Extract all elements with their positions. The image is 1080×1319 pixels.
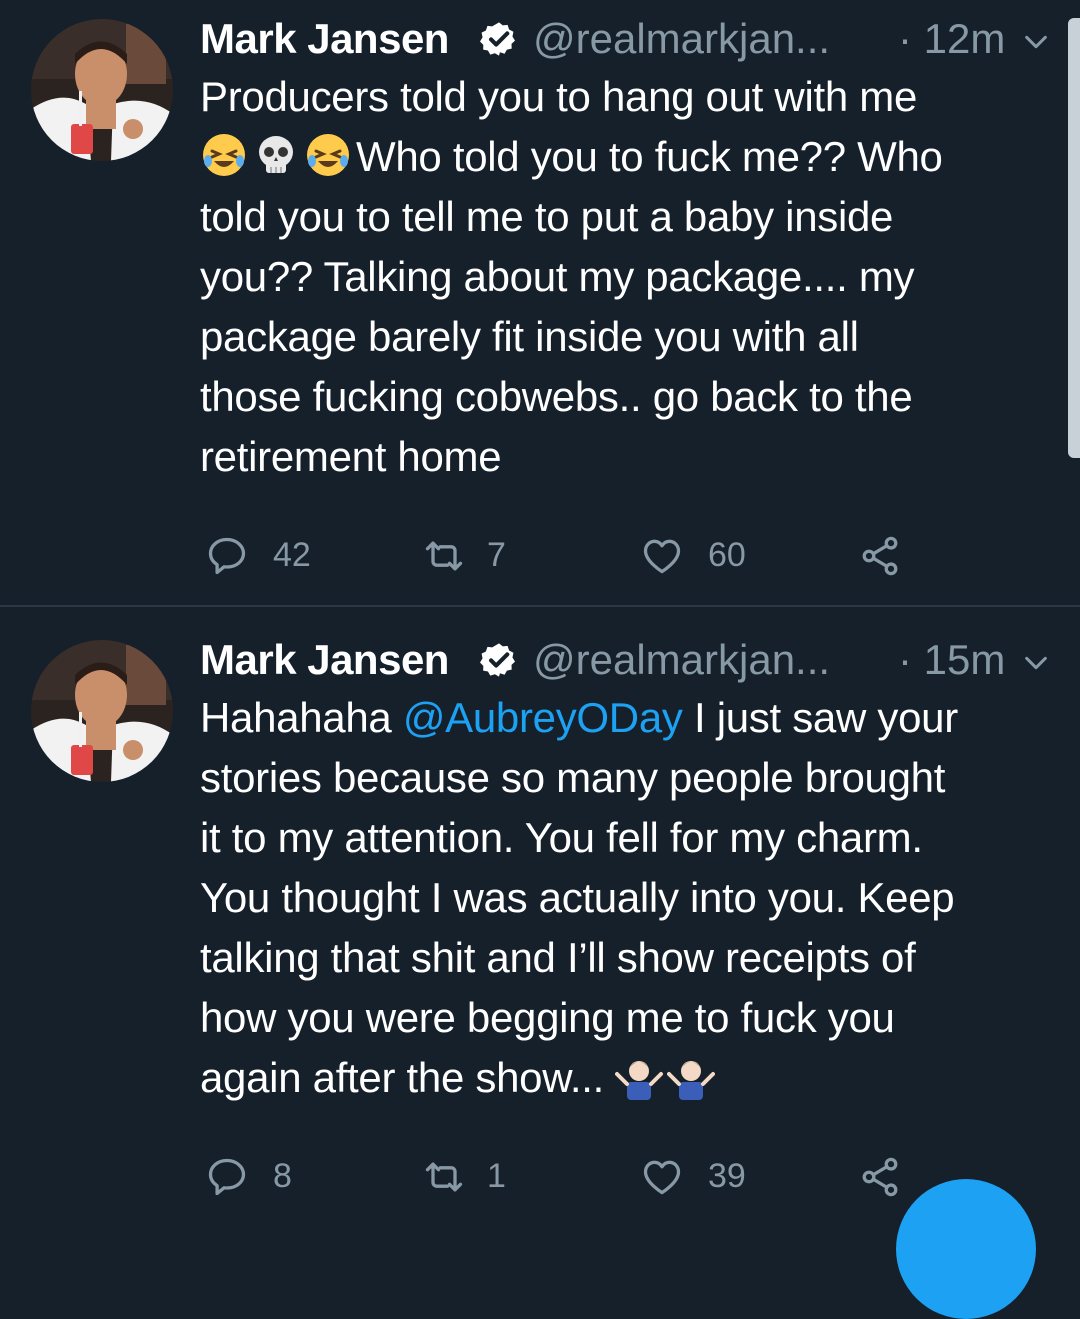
tweet[interactable]: Mark Jansen @realmarkjan... · 12m Produc… — [0, 0, 1080, 607]
chevron-down-icon[interactable] — [1022, 28, 1050, 56]
share-icon — [862, 536, 898, 576]
tweet-actions: 42 7 60 — [200, 530, 1060, 580]
tweet-time[interactable]: · 15m — [898, 631, 1005, 689]
tweet-text-segment: again after the show... — [200, 1054, 605, 1101]
retweet-button[interactable]: 7 — [422, 530, 552, 580]
tweet-text-line: Producers told you to hang out with me — [200, 73, 918, 120]
retweet-icon — [425, 541, 463, 571]
tweet-text: Hahahaha @AubreyODay I just saw your sto… — [200, 688, 1060, 1108]
avatar[interactable] — [31, 19, 173, 161]
like-button[interactable]: 60 — [640, 530, 770, 580]
author-handle[interactable]: @realmarkjan... — [533, 10, 830, 68]
rolling-laughing-emoji-icon — [307, 134, 349, 176]
tweet-text-line: you?? Talking about my package.... my — [200, 253, 915, 300]
scrollbar[interactable] — [1068, 18, 1080, 458]
retweet-count: 1 — [487, 1157, 506, 1195]
tweet-header: Mark Jansen @realmarkjan... · 12m — [200, 10, 1060, 68]
reply-count: 42 — [273, 536, 311, 574]
share-button[interactable] — [858, 530, 908, 580]
reply-icon — [208, 537, 246, 575]
chevron-down-icon[interactable] — [1022, 649, 1050, 677]
reply-button[interactable]: 8 — [205, 1151, 335, 1201]
tweet-text-segment: Hahahaha — [200, 694, 403, 741]
tweet-text-line: talking that shit and I’ll show receipts… — [200, 934, 916, 981]
rolling-laughing-emoji-icon — [203, 134, 245, 176]
heart-icon — [643, 539, 681, 574]
author-name[interactable]: Mark Jansen — [200, 631, 449, 689]
reply-button[interactable]: 42 — [205, 530, 335, 580]
tweet-text-line: how you were begging me to fuck you — [200, 994, 895, 1041]
share-button[interactable] — [858, 1151, 908, 1201]
tweet-text-line: You thought I was actually into you. Kee… — [200, 874, 955, 921]
reply-count: 8 — [273, 1157, 292, 1195]
tweet[interactable]: Mark Jansen @realmarkjan... · 15m Hahaha… — [0, 607, 1080, 1213]
share-icon — [862, 1157, 898, 1197]
tweet-text-segment: Who told you to fuck me?? Who — [356, 133, 943, 180]
avatar[interactable] — [31, 640, 173, 782]
verified-badge-icon — [480, 643, 515, 677]
retweet-count: 7 — [487, 536, 506, 574]
like-count: 60 — [708, 536, 746, 574]
tweet-text-line: Who told you to fuck me?? Who — [200, 127, 1060, 187]
tweet-time[interactable]: · 12m — [898, 10, 1005, 68]
like-count: 39 — [708, 1157, 746, 1195]
reply-icon — [208, 1158, 246, 1196]
man-shrugging-emoji-icon — [615, 1061, 664, 1100]
like-button[interactable]: 39 — [640, 1151, 770, 1201]
tweet-text-line: it to my attention. You fell for my char… — [200, 814, 923, 861]
tweet-text-line: again after the show... — [200, 1048, 1060, 1108]
tweet-text: Producers told you to hang out with me W… — [200, 67, 1060, 487]
avatar-photo — [31, 19, 173, 161]
tweet-text-line: told you to tell me to put a baby inside — [200, 193, 894, 240]
tweet-text-line: package barely fit inside you with all — [200, 313, 859, 360]
retweet-button[interactable]: 1 — [422, 1151, 552, 1201]
verified-badge-icon — [480, 22, 515, 56]
compose-tweet-button[interactable] — [896, 1179, 1036, 1319]
timeline: Mark Jansen @realmarkjan... · 12m Produc… — [0, 0, 1080, 1319]
author-handle[interactable]: @realmarkjan... — [533, 631, 830, 689]
mention-link[interactable]: @AubreyODay — [403, 694, 683, 741]
avatar-photo — [31, 640, 173, 782]
man-shrugging-emoji-icon — [667, 1061, 716, 1100]
heart-icon — [643, 1160, 681, 1195]
tweet-text-line: those fucking cobwebs.. go back to the — [200, 373, 913, 420]
tweet-text-line: Hahahaha @AubreyODay I just saw your — [200, 688, 1060, 748]
tweet-header: Mark Jansen @realmarkjan... · 15m — [200, 631, 1060, 689]
retweet-icon — [425, 1162, 463, 1192]
author-name[interactable]: Mark Jansen — [200, 10, 449, 68]
tweet-text-line: retirement home — [200, 433, 502, 480]
tweet-text-segment: I just saw your — [682, 694, 958, 741]
tweet-text-line: stories because so many people brought — [200, 754, 946, 801]
skull-emoji-icon — [259, 136, 293, 173]
